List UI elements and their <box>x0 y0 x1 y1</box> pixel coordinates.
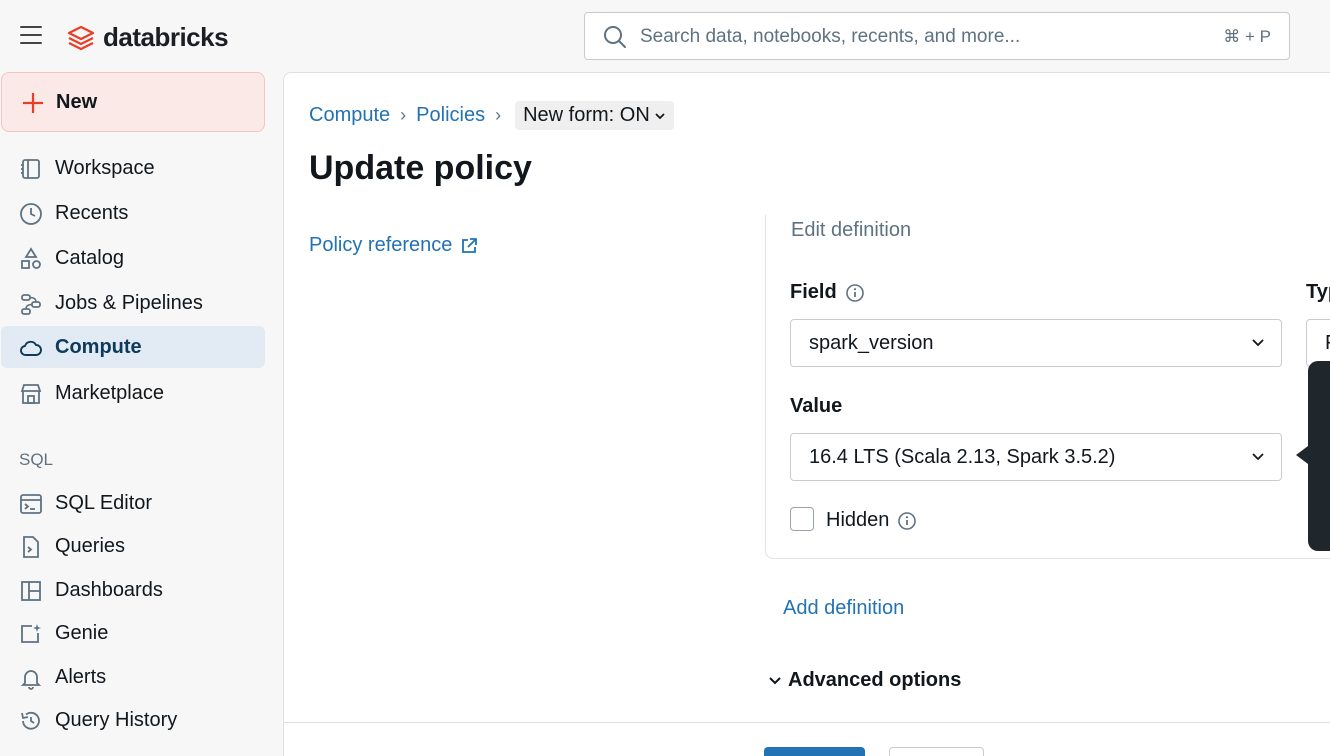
new-button[interactable]: New <box>1 72 265 132</box>
cloud-icon <box>20 340 42 356</box>
sidebar-item-marketplace[interactable]: Marketplace <box>1 372 265 414</box>
search-bar[interactable]: Search data, notebooks, recents, and mor… <box>584 12 1290 60</box>
breadcrumb-separator-icon: › <box>400 105 407 125</box>
sidebar: New Workspace Recents Catalog Jobs & Pip… <box>0 72 283 756</box>
policy-reference-label: Policy reference <box>309 234 453 256</box>
genie-icon <box>21 624 41 643</box>
logo-text: databricks <box>103 22 229 52</box>
sidebar-item-compute[interactable]: Compute <box>1 326 265 368</box>
sidebar-item-label: SQL Editor <box>55 492 153 514</box>
page-title: Update policy <box>309 149 532 187</box>
breadcrumb-policies[interactable]: Policies <box>416 104 485 127</box>
store-icon <box>20 384 42 404</box>
policy-reference-link[interactable]: Policy reference <box>309 234 478 257</box>
sidebar-item-recents[interactable]: Recents <box>1 192 265 234</box>
chevron-down-icon <box>1252 453 1264 461</box>
chevron-down-icon <box>655 112 665 119</box>
dashboard-icon <box>21 581 41 601</box>
advanced-options-toggle[interactable]: Advanced options <box>768 669 961 692</box>
breadcrumb-separator-icon: › <box>495 105 502 125</box>
sidebar-item-jobs-pipelines[interactable]: Jobs & Pipelines <box>1 282 265 324</box>
search-shortcut: ⌘ + P <box>1223 27 1271 46</box>
history-icon <box>21 711 40 730</box>
sidebar-item-label: Queries <box>55 535 126 557</box>
cancel-button[interactable] <box>889 747 984 756</box>
advanced-options-label: Advanced options <box>788 669 962 691</box>
tooltip-popover <box>1308 361 1330 551</box>
field-label-text: Field <box>790 281 837 303</box>
sidebar-item-label: Query History <box>55 709 178 731</box>
query-file-icon <box>23 536 39 558</box>
main-panel: Compute › Policies › New form: ON Update… <box>283 72 1330 756</box>
field-select[interactable]: spark_version <box>790 319 1282 367</box>
sidebar-item-sql-editor[interactable]: SQL Editor <box>1 482 265 524</box>
menu-icon[interactable] <box>20 26 42 46</box>
top-bar: databricks Search data, notebooks, recen… <box>0 0 1330 72</box>
value-label: Value <box>790 395 843 417</box>
sidebar-item-dashboards[interactable]: Dashboards <box>1 569 265 611</box>
tooltip-arrow <box>1296 446 1308 464</box>
search-input[interactable]: Search data, notebooks, recents, and mor… <box>640 26 1020 48</box>
field-select-value: spark_version <box>809 332 934 354</box>
chevron-down-icon <box>1252 339 1264 347</box>
type-select-value: F <box>1325 332 1330 355</box>
field-label: Field <box>790 281 865 304</box>
sidebar-item-label: Catalog <box>55 247 124 269</box>
hidden-checkbox[interactable] <box>790 507 814 531</box>
info-icon[interactable] <box>897 511 917 531</box>
sidebar-item-label: Workspace <box>55 157 155 179</box>
sidebar-item-workspace[interactable]: Workspace <box>1 147 265 189</box>
chevron-down-icon <box>769 676 781 684</box>
hidden-label: Hidden <box>826 509 917 532</box>
definition-title: Edit definition <box>791 219 912 241</box>
sidebar-item-label: Genie <box>55 622 109 644</box>
catalog-icon <box>21 247 41 269</box>
new-form-toggle-label: New form: ON <box>523 104 650 126</box>
breadcrumb: Compute › Policies › New form: ON <box>309 101 674 130</box>
info-icon[interactable] <box>845 283 865 303</box>
clock-icon <box>20 203 42 225</box>
workspace-icon <box>21 159 40 179</box>
hidden-label-text: Hidden <box>826 509 890 531</box>
databricks-logo[interactable]: databricks <box>67 22 229 53</box>
sql-editor-icon <box>20 494 42 514</box>
type-label: Typ <box>1306 281 1330 303</box>
bell-icon <box>20 670 42 690</box>
sidebar-item-label: Jobs & Pipelines <box>55 292 203 314</box>
sidebar-item-label: Marketplace <box>55 382 164 404</box>
plus-icon <box>23 93 43 113</box>
type-select[interactable]: F <box>1306 319 1330 367</box>
sidebar-item-alerts[interactable]: Alerts <box>1 656 265 698</box>
definition-card: Edit definition Field spark_version Typ … <box>765 215 1330 559</box>
new-button-label: New <box>56 91 98 113</box>
external-link-icon <box>462 237 478 253</box>
value-select-value: 16.4 LTS (Scala 2.13, Spark 3.5.2) <box>809 446 1116 468</box>
breadcrumb-compute[interactable]: Compute <box>309 104 390 127</box>
value-select[interactable]: 16.4 LTS (Scala 2.13, Spark 3.5.2) <box>790 433 1282 481</box>
workflow-icon <box>21 294 41 315</box>
databricks-logo-icon <box>67 25 95 50</box>
form-footer <box>284 722 1330 756</box>
new-form-toggle[interactable]: New form: ON <box>515 101 674 130</box>
sidebar-item-query-history[interactable]: Query History <box>1 699 265 741</box>
sidebar-item-queries[interactable]: Queries <box>1 525 265 567</box>
sidebar-item-catalog[interactable]: Catalog <box>1 237 265 279</box>
sql-section-label: SQL <box>19 450 54 469</box>
sidebar-item-genie[interactable]: Genie <box>1 612 265 654</box>
sidebar-item-label: Alerts <box>55 666 107 688</box>
search-icon <box>604 26 626 48</box>
sidebar-item-label: Recents <box>55 202 129 224</box>
sidebar-item-label: Dashboards <box>55 579 163 601</box>
sidebar-item-label: Compute <box>55 336 142 358</box>
add-definition-link[interactable]: Add definition <box>783 597 904 620</box>
save-button[interactable] <box>764 747 865 756</box>
